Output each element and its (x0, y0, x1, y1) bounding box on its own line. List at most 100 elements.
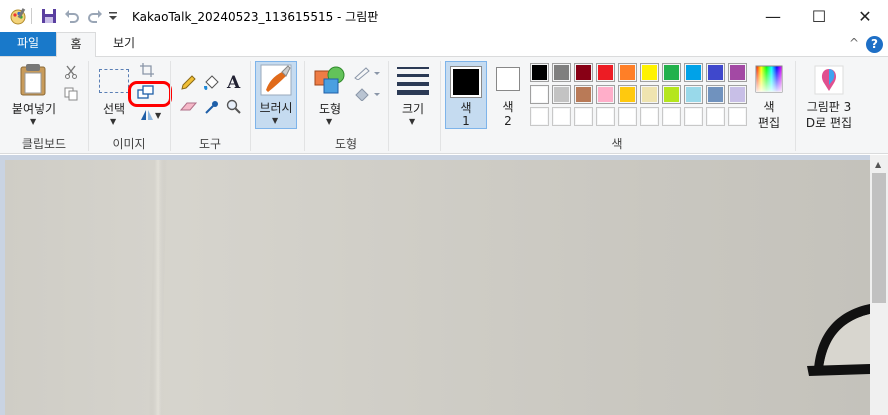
select-dropdown-icon[interactable]: ▼ (110, 117, 116, 126)
select-label[interactable]: 선택 (96, 100, 132, 117)
minimize-icon: — (765, 6, 781, 26)
tab-view[interactable]: 보기 (96, 32, 152, 56)
palette-color-swatch[interactable] (574, 85, 593, 104)
palette-color-swatch[interactable] (530, 63, 549, 82)
palette-color-swatch[interactable] (662, 85, 681, 104)
shapes-icon[interactable] (314, 65, 346, 95)
palette-color-swatch[interactable] (706, 107, 725, 126)
palette-color-fill (532, 109, 547, 124)
paint3d-label-2[interactable]: D로 편집 (798, 114, 860, 131)
palette-color-swatch[interactable] (728, 107, 747, 126)
redo-icon[interactable] (86, 6, 104, 26)
color2-swatch[interactable] (496, 67, 520, 91)
palette-color-swatch[interactable] (618, 63, 637, 82)
palette-color-swatch[interactable] (684, 85, 703, 104)
palette-color-swatch[interactable] (728, 63, 747, 82)
palette-color-swatch[interactable] (574, 63, 593, 82)
palette-color-fill (598, 109, 613, 124)
paint-app-icon[interactable] (8, 6, 28, 26)
paste-dropdown-icon[interactable]: ▼ (30, 117, 36, 126)
title-bar: KakaoTalk_20240523_113615515 - 그림판 — ☐ ✕ (0, 0, 888, 32)
photo-image (149, 160, 870, 415)
palette-color-fill (686, 65, 701, 80)
edit-colors-label-2[interactable]: 편집 (749, 114, 789, 131)
brushes-button[interactable]: 브러시 ▼ (255, 61, 297, 129)
palette-color-swatch[interactable] (552, 85, 571, 104)
palette-color-swatch[interactable] (640, 63, 659, 82)
canvas-area: ▲ (0, 155, 888, 415)
minimize-button[interactable]: — (750, 0, 796, 32)
clipboard-group-label: 클립보드 (21, 137, 67, 151)
help-icon[interactable]: ? (866, 36, 883, 53)
paste-label[interactable]: 붙여넣기 (6, 100, 62, 117)
fill-icon[interactable] (202, 74, 220, 92)
palette-color-swatch[interactable] (530, 85, 549, 104)
palette-color-fill (708, 87, 723, 102)
size-dropdown-icon[interactable]: ▼ (409, 117, 415, 126)
scroll-up-icon[interactable]: ▲ (875, 160, 881, 169)
size-icon[interactable] (397, 65, 429, 95)
tab-file[interactable]: 파일 (0, 32, 56, 56)
shapes-label[interactable]: 도형 (310, 100, 350, 117)
palette-color-swatch[interactable] (640, 107, 659, 126)
paint3d-label-1[interactable]: 그림판 3 (798, 98, 860, 115)
customize-quick-access-icon[interactable] (107, 6, 119, 26)
maximize-button[interactable]: ☐ (796, 0, 842, 32)
palette-color-fill (686, 87, 701, 102)
palette-color-swatch[interactable] (596, 63, 615, 82)
maximize-icon: ☐ (811, 6, 827, 26)
drawing-canvas[interactable] (5, 160, 870, 415)
collapse-ribbon-icon[interactable]: ^ (846, 36, 862, 52)
color-picker-icon[interactable] (204, 99, 220, 115)
save-icon[interactable] (40, 6, 58, 26)
color2-label[interactable]: 색 (488, 98, 528, 115)
palette-color-swatch[interactable] (684, 63, 703, 82)
rotate-icon[interactable] (140, 109, 154, 121)
palette-color-fill (620, 65, 635, 80)
brushes-label: 브러시 (259, 101, 293, 115)
select-icon[interactable] (99, 69, 129, 93)
palette-color-swatch[interactable] (618, 107, 637, 126)
edit-colors-icon[interactable] (755, 65, 783, 93)
paste-icon[interactable] (18, 63, 48, 97)
palette-color-swatch[interactable] (706, 85, 725, 104)
text-icon[interactable]: A (226, 73, 242, 91)
size-label[interactable]: 크기 (393, 100, 433, 117)
palette-color-swatch[interactable] (662, 107, 681, 126)
color2-number[interactable]: 2 (488, 114, 528, 128)
palette-color-swatch[interactable] (596, 107, 615, 126)
shapes-dropdown-icon[interactable]: ▼ (326, 117, 332, 126)
pencil-icon[interactable] (180, 75, 196, 91)
undo-icon[interactable] (63, 6, 81, 26)
copy-icon[interactable] (64, 87, 78, 101)
paint3d-icon[interactable] (814, 65, 844, 95)
shape-fill-icon[interactable] (354, 87, 380, 101)
palette-color-swatch[interactable] (574, 107, 593, 126)
palette-color-swatch[interactable] (706, 63, 725, 82)
edit-colors-label-1[interactable]: 색 (749, 98, 789, 115)
palette-color-fill (620, 87, 635, 102)
rotate-dropdown-icon[interactable]: ▼ (155, 111, 161, 120)
palette-color-swatch[interactable] (596, 85, 615, 104)
palette-color-swatch[interactable] (684, 107, 703, 126)
scrollbar-thumb[interactable] (872, 173, 886, 303)
tab-home[interactable]: 홈 (56, 32, 96, 57)
palette-color-swatch[interactable] (530, 107, 549, 126)
palette-color-fill (730, 87, 745, 102)
vertical-scrollbar[interactable]: ▲ (870, 155, 888, 415)
crop-icon[interactable] (140, 63, 154, 77)
palette-color-swatch[interactable] (728, 85, 747, 104)
palette-color-swatch[interactable] (640, 85, 659, 104)
magnifier-icon[interactable] (226, 99, 242, 115)
close-button[interactable]: ✕ (842, 0, 888, 32)
outline-icon[interactable] (354, 66, 380, 80)
palette-color-swatch[interactable] (618, 85, 637, 104)
color1-button[interactable]: 색 1 (445, 61, 487, 129)
cut-icon[interactable] (64, 65, 78, 79)
palette-color-swatch[interactable] (662, 63, 681, 82)
palette-color-swatch[interactable] (552, 107, 571, 126)
palette-color-fill (664, 109, 679, 124)
palette-color-fill (554, 65, 569, 80)
palette-color-swatch[interactable] (552, 63, 571, 82)
eraser-icon[interactable] (180, 100, 198, 114)
